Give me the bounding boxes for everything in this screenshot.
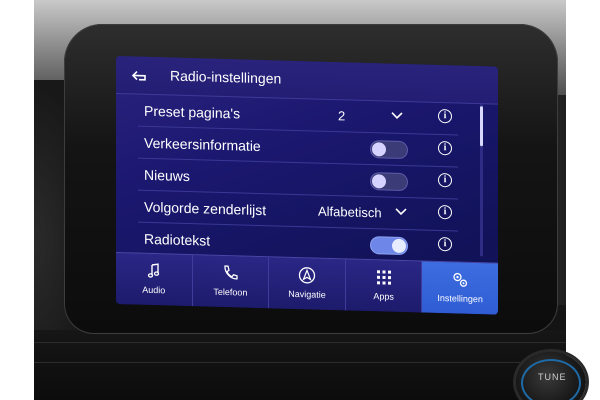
info-icon[interactable]: i <box>438 172 452 188</box>
right-margin <box>566 0 600 400</box>
setting-label: Nieuws <box>144 166 190 185</box>
nav-label: Apps <box>373 291 394 302</box>
chevron-down-icon[interactable] <box>390 109 404 123</box>
info-icon[interactable]: i <box>438 204 452 220</box>
left-margin <box>0 0 34 400</box>
dashboard-lower-panel <box>34 330 566 400</box>
info-icon[interactable]: i <box>438 108 452 124</box>
bottom-nav-bar: Audio Telefoon Navigatie Apps Instelling… <box>116 252 498 315</box>
infotainment-screen: Radio-instellingen Preset pagina's 2 i V… <box>116 56 498 315</box>
setting-label: Volgorde zenderlijst <box>144 198 267 219</box>
nav-apps[interactable]: Apps <box>345 259 423 313</box>
nav-settings[interactable]: Instellingen <box>422 261 498 315</box>
nav-label: Audio <box>142 284 166 296</box>
dashboard-seam <box>34 342 566 343</box>
apps-grid-icon <box>376 270 391 285</box>
music-note-icon <box>147 263 159 278</box>
toggle-knob <box>392 238 406 254</box>
nav-phone[interactable]: Telefoon <box>192 255 270 309</box>
news-toggle[interactable] <box>370 172 408 192</box>
toggle-knob <box>372 142 386 157</box>
dropdown-value[interactable]: 2 <box>338 108 345 123</box>
radio-text-toggle[interactable] <box>370 236 408 256</box>
back-arrow-icon <box>131 71 146 81</box>
nav-label: Navigatie <box>288 288 326 300</box>
settings-gears-icon <box>453 272 468 287</box>
dropdown-value[interactable]: Alfabetisch <box>318 204 382 221</box>
navigation-arrow-icon <box>298 267 316 284</box>
nav-navigation[interactable]: Navigatie <box>269 257 346 311</box>
setting-label: Verkeersinformatie <box>144 134 261 155</box>
tune-label: TUNE <box>538 372 567 382</box>
phone-icon <box>224 265 239 280</box>
nav-audio[interactable]: Audio <box>116 253 193 307</box>
info-icon[interactable]: i <box>438 140 452 156</box>
scrollbar-thumb[interactable] <box>480 106 483 147</box>
back-button[interactable] <box>124 64 156 89</box>
nav-label: Telefoon <box>213 286 248 298</box>
setting-label: Radiotekst <box>144 230 211 249</box>
chevron-down-icon[interactable] <box>394 205 408 219</box>
traffic-info-toggle[interactable] <box>370 140 408 160</box>
setting-label: Preset pagina's <box>144 102 241 122</box>
dashboard-seam <box>34 362 566 363</box>
page-title: Radio-instellingen <box>170 67 282 87</box>
info-icon[interactable]: i <box>438 236 452 252</box>
nav-label: Instellingen <box>437 292 483 305</box>
toggle-knob <box>372 174 386 189</box>
scrollbar[interactable] <box>480 104 483 257</box>
